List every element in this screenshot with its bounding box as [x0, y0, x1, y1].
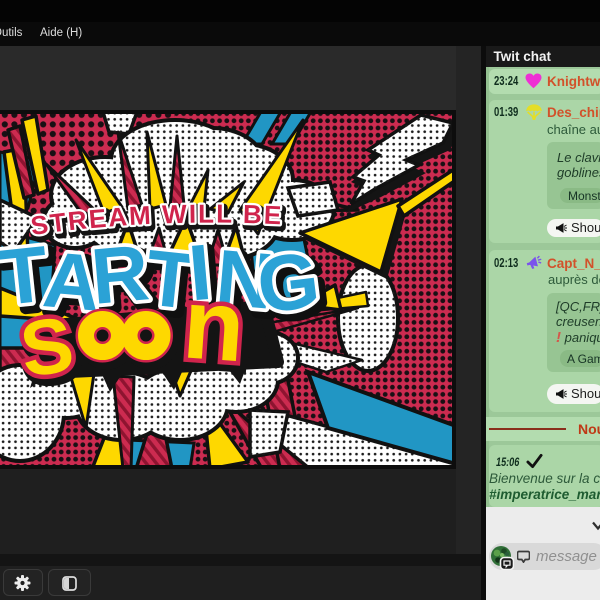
- svg-text:n: n: [180, 267, 249, 383]
- svg-text:G: G: [252, 234, 324, 330]
